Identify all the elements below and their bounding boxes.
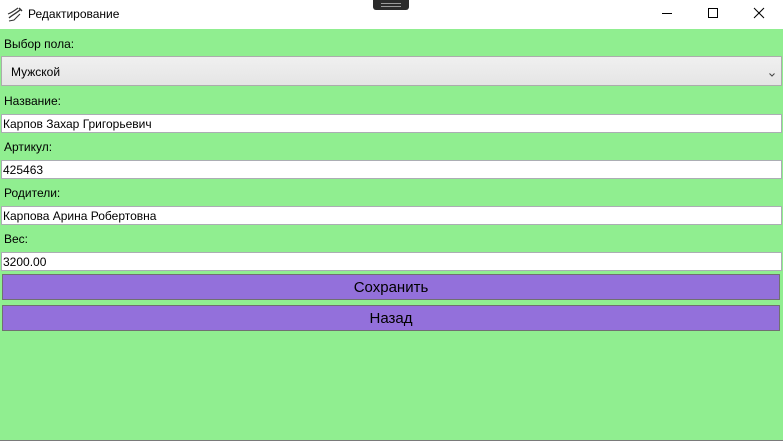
name-input[interactable] [1,114,782,133]
edit-window: Редактирование Выбор пола: Мужской Назва… [0,0,783,441]
article-input[interactable] [1,160,782,179]
gender-combobox[interactable]: Мужской [1,56,782,86]
chevron-down-icon [769,66,775,77]
title-bar[interactable]: Редактирование [0,0,783,29]
gender-label: Выбор пола: [4,37,75,51]
close-button[interactable] [736,0,782,29]
close-icon [753,6,765,24]
article-label: Артикул: [4,140,53,154]
weight-label: Вес: [4,232,29,246]
maximize-button[interactable] [690,0,736,29]
back-button[interactable]: Назад [2,305,780,331]
minimize-icon [661,6,673,24]
weight-input[interactable] [1,252,782,271]
app-pen-icon [6,5,24,23]
name-label: Название: [4,94,61,108]
parents-input[interactable] [1,206,782,225]
maximize-icon [707,6,719,24]
parents-label: Родители: [4,186,61,200]
minimize-button[interactable] [644,0,690,29]
window-title: Редактирование [28,7,120,21]
save-button[interactable]: Сохранить [2,274,780,300]
gender-selected-value: Мужской [11,65,61,79]
drag-grip-handle[interactable] [373,0,409,10]
